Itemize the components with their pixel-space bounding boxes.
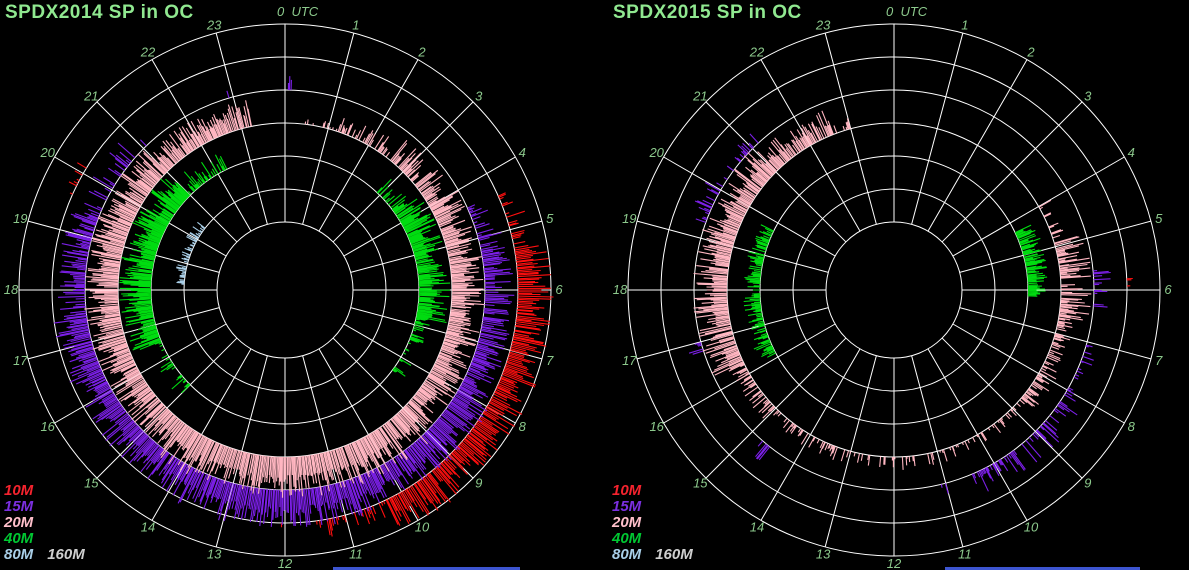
hour-label-16: 16	[649, 419, 664, 434]
grid-hour-line	[928, 60, 1027, 231]
hour-label-15: 15	[693, 476, 708, 491]
legend-row: 40M	[4, 531, 85, 547]
hour-label-1: 1	[961, 17, 968, 32]
grid-ring	[826, 222, 962, 358]
hour-label-21: 21	[83, 88, 98, 103]
hour-label-8: 8	[519, 419, 527, 434]
legend-item-15m: 15M	[4, 498, 33, 515]
chart-title-left: SPDX2014 SP in OC	[5, 2, 194, 24]
grid-hour-line	[912, 33, 963, 224]
grid-hour-line	[825, 33, 876, 224]
legend-item-10m: 10M	[4, 482, 33, 499]
hour-label-7: 7	[546, 353, 554, 368]
hour-label-17: 17	[13, 353, 28, 368]
hour-label-22: 22	[140, 45, 156, 60]
grid-hour-line	[953, 157, 1124, 256]
polar-chart-left: 0 UTC12345678910111213141516171819202122…	[4, 4, 564, 570]
polar-charts-canvas: 0 UTC12345678910111213141516171819202122…	[0, 0, 1189, 570]
hour-label-0: 0 UTC	[886, 4, 928, 19]
hour-label-9: 9	[475, 476, 482, 491]
legend-item-80m: 80M	[612, 546, 641, 563]
hour-label-5: 5	[546, 211, 554, 226]
hour-label-18: 18	[613, 282, 628, 297]
legend-row: 80M 160M	[612, 547, 693, 563]
hour-label-3: 3	[475, 88, 483, 103]
hour-labels: 0 UTC12345678910111213141516171819202122…	[4, 4, 564, 570]
hour-label-14: 14	[750, 519, 764, 534]
hour-label-19: 19	[622, 211, 636, 226]
grid-hour-line	[912, 356, 963, 547]
grid-hour-line	[664, 157, 835, 256]
legend-right: 10M15M20M40M80M 160M	[612, 483, 693, 563]
hour-label-8: 8	[1128, 419, 1136, 434]
grid-hour-line	[761, 60, 860, 231]
bands	[54, 76, 554, 536]
hour-label-23: 23	[206, 17, 222, 32]
hour-label-10: 10	[1024, 519, 1039, 534]
hour-label-4: 4	[1128, 145, 1135, 160]
hour-label-4: 4	[519, 145, 526, 160]
hour-label-5: 5	[1155, 211, 1163, 226]
hour-label-9: 9	[1084, 476, 1091, 491]
grid-hour-line	[761, 349, 860, 520]
hour-label-11: 11	[349, 547, 363, 562]
legend-row: 10M	[4, 483, 85, 499]
hour-label-21: 21	[692, 88, 707, 103]
legend-row: 40M	[612, 531, 693, 547]
legend-item-15m: 15M	[612, 498, 641, 515]
hour-label-22: 22	[749, 45, 765, 60]
screen: 0 UTC12345678910111213141516171819202122…	[0, 0, 1189, 570]
grid-hour-line	[942, 102, 1082, 242]
hour-label-3: 3	[1084, 88, 1092, 103]
hour-label-0: 0 UTC	[277, 4, 319, 19]
legend-row: 15M	[612, 499, 693, 515]
legend-item-160m: 160M	[655, 546, 693, 563]
legend-row: 20M	[4, 515, 85, 531]
hour-labels: 0 UTC12345678910111213141516171819202122…	[613, 4, 1173, 570]
hour-label-10: 10	[415, 519, 430, 534]
grid-hour-line	[953, 324, 1124, 423]
grid-hour-line	[960, 221, 1151, 272]
legend-row: 15M	[4, 499, 85, 515]
hour-label-15: 15	[84, 476, 99, 491]
hour-label-14: 14	[141, 519, 155, 534]
grid-hour-line	[664, 324, 835, 423]
legend-item-40m: 40M	[612, 530, 641, 547]
hour-label-6: 6	[555, 282, 563, 297]
legend-row: 80M 160M	[4, 547, 85, 563]
band-40m-spikes	[744, 225, 1047, 358]
hour-label-20: 20	[648, 145, 664, 160]
hour-label-2: 2	[1026, 45, 1035, 60]
hour-label-1: 1	[352, 17, 359, 32]
polar-chart-right: 0 UTC12345678910111213141516171819202122…	[613, 4, 1173, 570]
hour-label-13: 13	[207, 547, 222, 562]
legend-item-20m: 20M	[612, 514, 641, 531]
grid-hour-line	[928, 349, 1027, 520]
grid-ring	[217, 222, 353, 358]
hour-label-2: 2	[417, 45, 426, 60]
band-10m-spikes	[1127, 279, 1133, 286]
hour-label-18: 18	[4, 282, 19, 297]
legend-item-40m: 40M	[4, 530, 33, 547]
hour-label-6: 6	[1164, 282, 1172, 297]
bands	[689, 111, 1133, 494]
legend-item-20m: 20M	[4, 514, 33, 531]
hour-label-23: 23	[815, 17, 831, 32]
hour-label-16: 16	[40, 419, 55, 434]
legend-item-80m: 80M	[4, 546, 33, 563]
hour-label-12: 12	[278, 556, 293, 570]
legend-item-10m: 10M	[612, 482, 641, 499]
chart-title-right: SPDX2015 SP in OC	[613, 2, 802, 24]
hour-label-17: 17	[622, 353, 637, 368]
hour-label-11: 11	[958, 547, 972, 562]
hour-label-20: 20	[39, 145, 55, 160]
hour-label-7: 7	[1155, 353, 1163, 368]
legend-left: 10M15M20M40M80M 160M	[4, 483, 85, 563]
hour-label-12: 12	[887, 556, 902, 570]
hour-label-13: 13	[816, 547, 831, 562]
legend-item-160m: 160M	[47, 546, 85, 563]
legend-row: 20M	[612, 515, 693, 531]
legend-row: 10M	[612, 483, 693, 499]
hour-label-19: 19	[13, 211, 27, 226]
